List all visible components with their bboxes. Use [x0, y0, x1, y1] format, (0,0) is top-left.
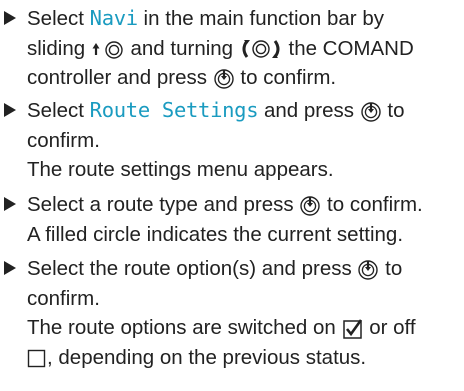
text-span: sliding — [27, 36, 91, 60]
text-span: The route options are switched on — [27, 316, 342, 339]
step-line: Select the route option(s) and press to — [27, 254, 460, 284]
step-line: Select Route Settings and press to — [27, 96, 460, 126]
bullet-triangle-icon — [4, 11, 16, 25]
slide-controller-icon — [91, 39, 125, 59]
text-span: controller and press — [27, 66, 213, 89]
instruction-page: Select Navi in the main function bar by … — [0, 0, 464, 391]
checkbox-checked-icon — [342, 318, 364, 340]
text-span: Select the route option(s) and press — [27, 257, 358, 280]
text-span: to confirm. — [234, 66, 337, 89]
step-line: confirm. — [27, 286, 100, 310]
instruction-step-route-options: Select the route option(s) and press to … — [4, 254, 460, 372]
bullet-triangle-icon — [4, 197, 16, 211]
step-line: Select Navi in the main function bar by — [27, 4, 460, 34]
step-line: confirm. — [27, 128, 100, 152]
instruction-step-route-type: Select a route type and press to confirm… — [4, 190, 460, 249]
text-span: to confirm. — [321, 193, 423, 216]
text-span: , depending on the previous status. — [47, 345, 367, 369]
press-controller-icon — [299, 195, 321, 217]
press-controller-icon — [213, 68, 235, 90]
instruction-step-route-settings: Select Route Settings and press to confi… — [4, 96, 460, 185]
step-result: The route settings menu appears. — [27, 158, 334, 181]
step-line: sliding and turning the COMAND — [27, 34, 460, 64]
text-span: the COMAND — [282, 36, 414, 60]
checkbox-unchecked-icon — [27, 348, 47, 368]
text-span: to — [379, 257, 403, 280]
text-span: Select a route type and press — [27, 193, 300, 216]
text-span: to — [381, 99, 405, 122]
text-span: Select — [27, 7, 90, 30]
step-line: Select a route type and press to confirm… — [27, 190, 460, 220]
text-span: and press — [258, 99, 360, 122]
text-span: or off — [363, 316, 416, 339]
text-span: and turning — [124, 36, 239, 60]
step-result: The route options are switched on or off — [27, 313, 460, 343]
step-result: A filled circle indicates the current se… — [27, 222, 404, 246]
step-result: , depending on the previous status. — [27, 343, 460, 373]
menu-item-navi: Navi — [89, 6, 138, 30]
text-span: Select — [27, 99, 90, 122]
step-line: controller and press to confirm. — [27, 63, 460, 93]
menu-item-route-settings: Route Settings — [89, 98, 259, 122]
turn-controller-icon — [239, 38, 283, 60]
bullet-triangle-icon — [4, 103, 16, 117]
text-span: in the main function bar by — [137, 7, 384, 30]
instruction-step-select-navi: Select Navi in the main function bar by … — [4, 4, 460, 93]
press-controller-icon — [360, 101, 382, 123]
press-controller-icon — [357, 259, 379, 281]
bullet-triangle-icon — [4, 261, 16, 275]
